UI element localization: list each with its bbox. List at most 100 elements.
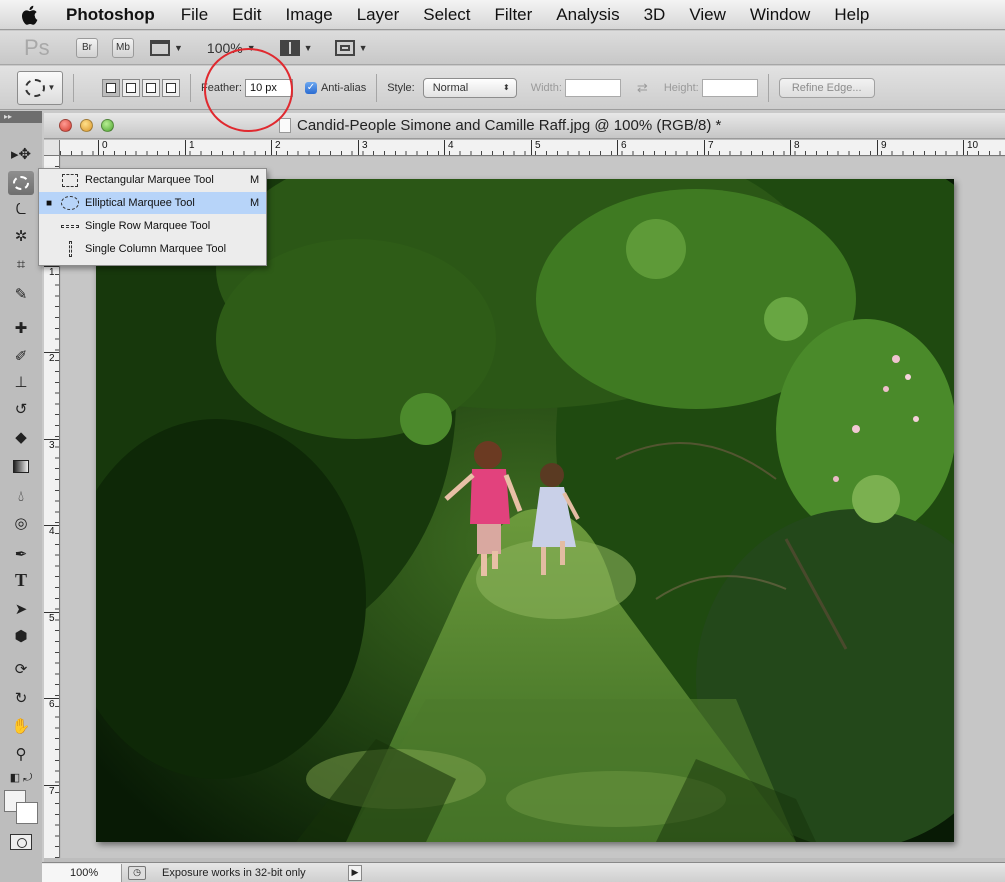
height-label: Height:	[663, 81, 699, 94]
document-icon	[279, 118, 291, 133]
height-input[interactable]	[701, 78, 758, 97]
status-zoom-field[interactable]: 100%	[42, 863, 122, 882]
zoom-level-dropdown[interactable]: 100% ▼	[183, 40, 256, 56]
menu-app-name[interactable]: Photoshop	[58, 0, 169, 30]
arrange-documents-button[interactable]: ▼	[279, 39, 313, 56]
crop-tool-icon[interactable]: ⌗	[8, 252, 34, 276]
eraser-tool-icon[interactable]: ◆	[8, 425, 34, 449]
flyout-item-shortcut: M	[250, 174, 260, 186]
menu-layer[interactable]: Layer	[345, 0, 412, 30]
rect-marquee-icon	[59, 172, 81, 188]
zoom-window-icon[interactable]	[101, 119, 114, 132]
menu-image[interactable]: Image	[273, 0, 344, 30]
feather-label: Feather:	[201, 81, 242, 94]
status-bar: 100% ◷ Exposure works in 32-bit only ▶	[42, 862, 1005, 882]
ruler-label: 5	[44, 612, 59, 625]
type-tool-icon[interactable]: T	[8, 568, 34, 592]
chevron-down-icon: ▼	[47, 83, 56, 92]
gradient-tool-icon[interactable]	[8, 454, 34, 478]
background-color-swatch[interactable]	[16, 802, 38, 824]
mini-bridge-label: Mb	[116, 42, 130, 53]
elliptical-marquee-tool-icon[interactable]	[8, 171, 34, 195]
ruler-label: 0	[98, 140, 108, 155]
quick-mask-icon[interactable]	[10, 834, 32, 850]
width-input[interactable]	[564, 78, 621, 97]
clone-stamp-tool-icon[interactable]: ⊥	[8, 370, 34, 394]
pen-tool-icon[interactable]: ✒	[8, 542, 34, 566]
menu-file[interactable]: File	[169, 0, 220, 30]
menu-help[interactable]: Help	[822, 0, 881, 30]
add-to-selection-button[interactable]	[122, 78, 140, 97]
menu-analysis[interactable]: Analysis	[544, 0, 631, 30]
view-extras-button[interactable]: ▼	[150, 39, 183, 56]
dodge-tool-icon[interactable]: ◎	[8, 511, 34, 535]
flyout-item-single-column-marquee[interactable]: Single Column Marquee Tool	[39, 238, 266, 260]
status-clock-icon[interactable]: ◷	[128, 865, 146, 880]
menu-view[interactable]: View	[677, 0, 738, 30]
flyout-item-single-row-marquee[interactable]: Single Row Marquee Tool	[39, 215, 266, 237]
blur-tool-icon[interactable]: 💧︎	[8, 484, 34, 508]
divider	[73, 73, 74, 102]
bridge-button[interactable]: Br	[76, 37, 98, 58]
hand-tool-icon[interactable]: ✋	[8, 714, 34, 738]
chevron-down-icon: ▼	[246, 42, 256, 53]
flyout-item-label: Single Column Marquee Tool	[85, 243, 227, 255]
menu-window[interactable]: Window	[738, 0, 822, 30]
menu-3d[interactable]: 3D	[632, 0, 678, 30]
screen-mode-button[interactable]: ▼	[334, 39, 368, 56]
brush-tool-icon[interactable]: ✐	[8, 344, 34, 368]
view-extras-icon	[150, 39, 170, 56]
default-colors-icon[interactable]: ◧ ⤾	[8, 766, 34, 790]
menu-edit[interactable]: Edit	[220, 0, 273, 30]
tool-preset-picker[interactable]: ▼	[17, 70, 63, 105]
ruler-origin[interactable]	[44, 140, 60, 156]
status-menu-arrow-icon[interactable]: ▶	[348, 864, 362, 881]
healing-brush-tool-icon[interactable]: ✚	[8, 316, 34, 340]
ellipse-marquee-icon	[24, 78, 45, 97]
move-tool-icon[interactable]: ▸✥	[8, 142, 34, 166]
style-select[interactable]: Normal ⬍	[422, 77, 517, 98]
width-label: Width:	[530, 81, 562, 94]
subtract-from-selection-button[interactable]	[142, 78, 160, 97]
lasso-tool-icon[interactable]: ᘇ	[8, 197, 34, 221]
flyout-item-elliptical-marquee[interactable]: ■ Elliptical Marquee Tool M	[39, 192, 266, 214]
history-brush-tool-icon[interactable]: ↺	[8, 397, 34, 421]
document-title: Candid-People Simone and Camille Raff.jp…	[297, 117, 722, 134]
menu-select[interactable]: Select	[411, 0, 482, 30]
zoom-level: 100%	[206, 39, 243, 56]
anti-alias-checkbox[interactable]: ✓ Anti-alias	[304, 81, 366, 94]
3d-rotate-tool-icon[interactable]: ⟳	[8, 657, 34, 681]
close-icon[interactable]	[59, 119, 72, 132]
ruler-label: 2	[44, 352, 59, 365]
ruler-label: 2	[271, 140, 281, 155]
chevron-down-icon: ▼	[303, 42, 313, 53]
photoshop-screen: Photoshop File Edit Image Layer Select F…	[0, 0, 1005, 882]
new-selection-button[interactable]	[102, 78, 120, 97]
application-bar: Ps Br Mb ▼ 100% ▼ ▼ ▼	[0, 31, 1005, 65]
menu-filter[interactable]: Filter	[483, 0, 545, 30]
chevron-down-icon: ▼	[358, 42, 368, 53]
document-photo[interactable]	[96, 179, 954, 842]
refine-edge-button[interactable]: Refine Edge...	[778, 77, 875, 98]
apple-icon[interactable]	[0, 5, 58, 25]
zoom-tool-icon[interactable]: ⚲	[8, 742, 34, 766]
window-controls	[59, 119, 114, 132]
swap-icon[interactable]: ⇄	[637, 80, 648, 96]
3d-orbit-tool-icon[interactable]: ↻	[8, 686, 34, 710]
menu-bar: Photoshop File Edit Image Layer Select F…	[0, 0, 1005, 30]
checkmark-icon: ✓	[304, 81, 317, 94]
path-selection-tool-icon[interactable]: ➤	[8, 597, 34, 621]
shape-tool-icon[interactable]: ⬢	[8, 624, 34, 648]
minimize-icon[interactable]	[80, 119, 93, 132]
document-titlebar[interactable]: Candid-People Simone and Camille Raff.jp…	[44, 113, 1005, 139]
eyedropper-tool-icon[interactable]: ✎	[8, 282, 34, 306]
horizontal-ruler[interactable]: 0 1 2 3 4 5 6 7 8 9 10	[60, 140, 1005, 156]
intersect-selection-button[interactable]	[162, 78, 180, 97]
feather-input[interactable]	[244, 78, 293, 97]
quick-selection-tool-icon[interactable]: ✲	[8, 224, 34, 248]
flyout-item-rectangular-marquee[interactable]: Rectangular Marquee Tool M	[39, 169, 266, 191]
tools-panel-header[interactable]: ▸▸	[0, 111, 42, 123]
bridge-label: Br	[82, 42, 92, 53]
row-marquee-icon	[59, 218, 81, 234]
mini-bridge-button[interactable]: Mb	[112, 37, 134, 58]
